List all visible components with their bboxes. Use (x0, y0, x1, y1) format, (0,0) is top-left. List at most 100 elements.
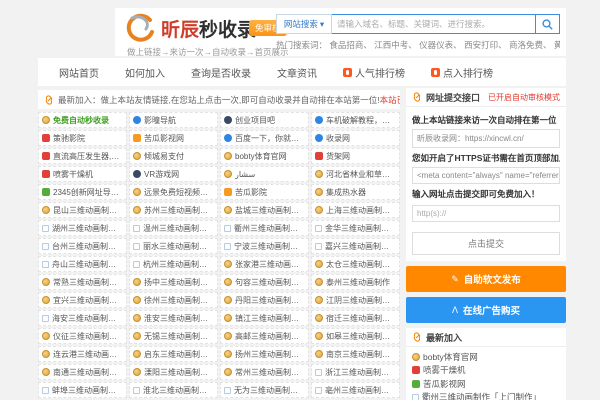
search-category-select[interactable]: 网站搜索▾ (276, 14, 332, 34)
link-grid-item[interactable]: 江阴三维动画制作「 (311, 292, 400, 308)
hot-search-word[interactable]: 商洛免费、 (509, 40, 552, 50)
link-grid-item[interactable]: 启东三维动画制作「上 (129, 346, 218, 362)
link-grid-item[interactable]: 喷雾干燥机 (38, 166, 127, 182)
link-grid-item[interactable]: 台州三维动画制作「上 (38, 238, 127, 254)
link-grid-item[interactable]: 泰州三维动画制作 (311, 274, 400, 290)
link-grid-item[interactable]: bobty体育官网 (220, 148, 309, 164)
link-grid-item[interactable]: 远景免费短视频解析 (129, 184, 218, 200)
submit-url-button[interactable]: 点击提交 (412, 232, 560, 255)
url-input[interactable] (412, 205, 560, 222)
site-tagline: 做上链接→来访一次→自动收录→首页展示 (127, 46, 289, 58)
link-grid-item[interactable]: 亳州三维动画制作「 (311, 382, 400, 398)
link-grid-item[interactable]: 宜兴三维动画制作「上 (38, 292, 127, 308)
link-grid-item[interactable]: 淮北三维动画制作「上 (129, 382, 218, 398)
site-count: 本站已收录323987个网站 (380, 94, 400, 106)
link-grid-item[interactable]: VR游戏网 (129, 166, 218, 182)
link-grid-item[interactable]: 无锡三维动画制作「上 (129, 328, 218, 344)
favicon-icon (224, 225, 231, 232)
link-grid-item[interactable]: 河北省林业和草原局 (311, 166, 400, 182)
link-grid-item[interactable]: 苏州三维动画制作「上 (129, 202, 218, 218)
link-grid-item[interactable]: 免费自动秒收录 (38, 112, 127, 128)
link-grid-item[interactable]: 宿迁三维动画制作「 (311, 310, 400, 326)
link-grid-item[interactable]: 句容三维动画制作「上 (220, 274, 309, 290)
nav-item[interactable]: 人气排行榜 (330, 65, 418, 80)
link-grid-item[interactable]: سشار (220, 166, 309, 182)
link-grid-item[interactable]: 南通三维动画制作「上 (38, 364, 127, 380)
link-grid-item[interactable]: 直流高压发生器,试验 (38, 148, 127, 164)
link-grid-item[interactable]: 徐州三维动画制作「上 (129, 292, 218, 308)
search-button[interactable] (536, 14, 560, 34)
link-grid-item[interactable]: 淮安三维动画制作「上 (129, 310, 218, 326)
link-grid-item[interactable]: 金华三维动画制作「 (311, 220, 400, 236)
nav-item[interactable]: 查询是否收录 (178, 65, 264, 80)
search-input[interactable] (332, 14, 536, 34)
link-grid-item[interactable]: 杭州三维动画制作「上 (129, 256, 218, 272)
link-grid-item[interactable]: 百度一下，你就知道 (220, 130, 309, 146)
link-grid-item[interactable]: 温州三维动画制作「上 (129, 220, 218, 236)
link-grid-item[interactable]: 湖州三维动画制作「上 (38, 220, 127, 236)
link-grid-item[interactable]: 衢州三维动画制作「上 (220, 220, 309, 236)
link-grid-item[interactable]: 扬中三维动画制作「上 (129, 274, 218, 290)
hot-search-word[interactable]: 西安打印、 (464, 40, 507, 50)
nav-item[interactable]: 如何加入 (112, 65, 178, 80)
link-grid-item[interactable]: 上海三维动画制作「 (311, 202, 400, 218)
megaphone-icon: Λ (452, 305, 458, 315)
link-grid-item[interactable]: 无为三维动画制作「上 (220, 382, 309, 398)
self-article-publish-button[interactable]: ✎ 自助软文发布 (406, 266, 566, 292)
link-grid-item[interactable]: 昆山三维动画制作「上 (38, 202, 127, 218)
link-grid-item[interactable]: 仪征三维动画制作「上 (38, 328, 127, 344)
link-grid-item[interactable]: 嘉兴三维动画制作「 (311, 238, 400, 254)
link-grid-item[interactable]: 影曈导航 (129, 112, 218, 128)
link-grid-item[interactable]: 2345创新网址导航自 (38, 184, 127, 200)
link-grid-item[interactable]: 南京三维动画制作「 (311, 346, 400, 362)
link-grid-item[interactable]: 海安三维动画制作「上 (38, 310, 127, 326)
link-grid-item[interactable]: 浙江三维动画制作「 (311, 364, 400, 380)
link-grid-item[interactable]: 溧阳三维动画制作「上 (129, 364, 218, 380)
link-grid-item[interactable]: 收录网 (311, 130, 400, 146)
link-grid-item[interactable]: 创业项目吧 (220, 112, 309, 128)
link-grid-item[interactable]: 常熟三维动画制作「上 (38, 274, 127, 290)
link-grid-item[interactable]: 连云港三维动画制作 (38, 346, 127, 362)
link-grid-item[interactable]: 倾城易支付 (129, 148, 218, 164)
latest-joined-item[interactable]: 喷雾干燥机 (412, 364, 560, 378)
link-grid-item[interactable]: 宁波三维动画制作「上 (220, 238, 309, 254)
hot-search-word[interactable]: 仪器仪表、 (419, 40, 462, 50)
link-grid-item[interactable]: 常州三维动画制作「上 (220, 364, 309, 380)
latest-joined-item[interactable]: bobty体育官网 (412, 350, 560, 364)
link-grid-item[interactable]: 盐城三维动画制作「上 (220, 202, 309, 218)
nav-item[interactable]: 网站首页 (46, 65, 112, 80)
meta-referrer-code[interactable]: <meta content="always" name="referrer"> (412, 167, 560, 184)
logo-swirl-icon (121, 13, 157, 45)
favicon-icon (42, 152, 50, 160)
logo[interactable]: 昕辰秒收录 免审核 做上链接→来访一次→自动收录→首页展示 (121, 11, 296, 55)
nav-item[interactable]: 文章资讯 (264, 65, 330, 80)
latest-joined-item[interactable]: 苦瓜影视网 (412, 377, 560, 391)
hot-search-word[interactable]: 黄岛搬家、 (554, 40, 560, 50)
link-grid-item[interactable]: 张家港三维动画制作 (220, 256, 309, 272)
link-grid-item[interactable]: 苦瓜影院 (220, 184, 309, 200)
link-grid-item[interactable]: 镇江三维动画制作「上 (220, 310, 309, 326)
favicon-icon (42, 315, 49, 322)
buy-ad-button[interactable]: Λ 在线广告购买 (406, 297, 566, 323)
hot-search-word[interactable]: 食品招商、 (329, 40, 372, 50)
link-grid-item[interactable]: 扬州三维动画制作「上 (220, 346, 309, 362)
link-grid-item[interactable]: 策驰影院 (38, 130, 127, 146)
link-grid-item[interactable]: 丹阳三维动画制作「上 (220, 292, 309, 308)
link-grid-item[interactable]: 丽水三维动画制作「上 (129, 238, 218, 254)
link-grid-item[interactable]: 舟山三维动画制作「上 (38, 256, 127, 272)
nav-item[interactable]: 点入排行榜 (418, 65, 506, 80)
latest-panel-title: 最新加入 (426, 331, 462, 344)
favicon-icon (133, 278, 141, 286)
link-grid-item[interactable]: 苦瓜影视网 (129, 130, 218, 146)
hot-search-word[interactable]: 江西中考、 (374, 40, 417, 50)
site-backlink-code[interactable]: 昕辰收录网：https://xincwl.cn/ (412, 129, 560, 148)
latest-joined-item[interactable]: 衢州三维动画制作「上门制作」 (412, 391, 560, 400)
link-grid-item[interactable]: 如皋三维动画制作「 (311, 328, 400, 344)
link-grid-item[interactable]: 高邮三维动画制作「上 (220, 328, 309, 344)
link-grid-item[interactable]: 货架网 (311, 148, 400, 164)
favicon-icon (412, 380, 420, 388)
link-grid-item[interactable]: 太仓三维动画制作「 (311, 256, 400, 272)
link-grid-item[interactable]: 蚌埠三维动画制作「上 (38, 382, 127, 398)
link-grid-item[interactable]: 车机破解教程，汽车 (311, 112, 400, 128)
link-grid-item[interactable]: 集成热水器 (311, 184, 400, 200)
